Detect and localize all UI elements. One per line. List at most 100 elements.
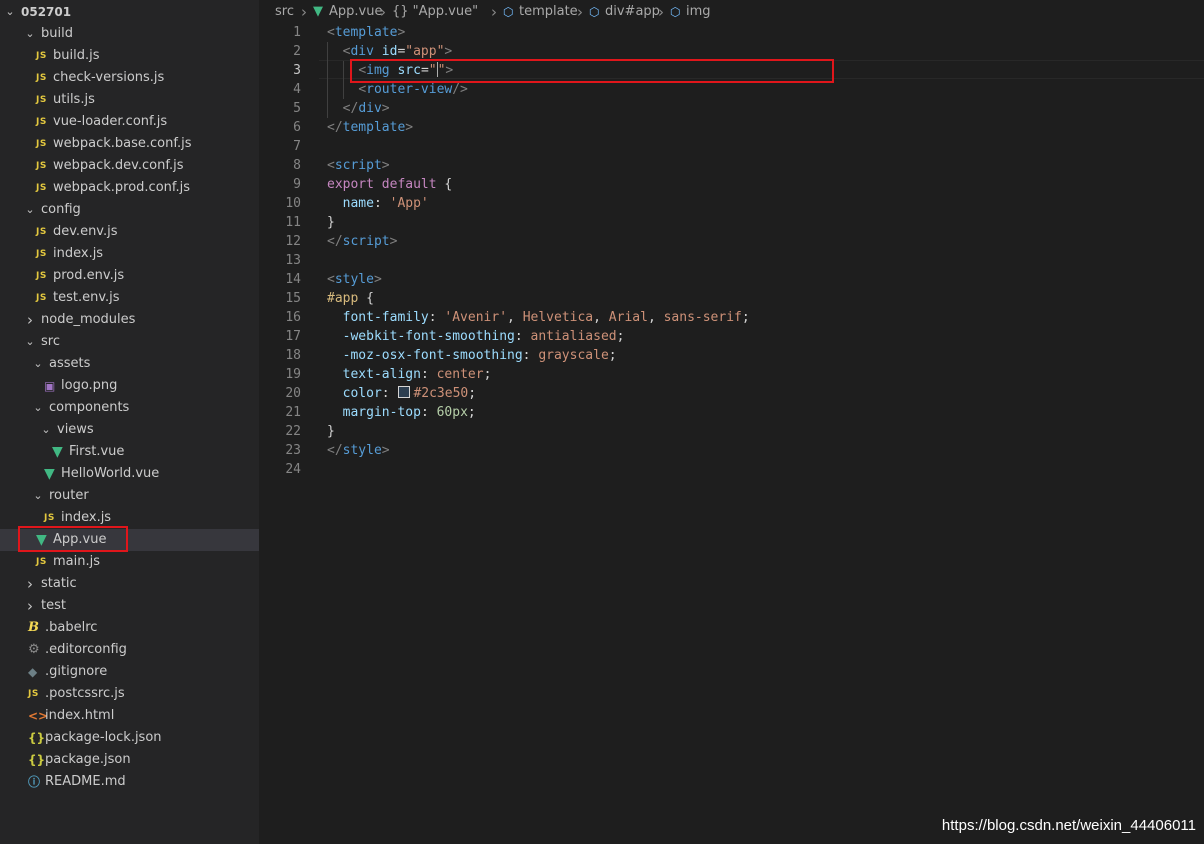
- code-token: "app": [405, 44, 445, 59]
- chevron-right-icon: ›: [491, 3, 497, 21]
- tree-item-label: vue-loader.conf.js: [53, 114, 168, 129]
- tree-item-label: index.html: [45, 708, 115, 723]
- tree-file[interactable]: JS webpack.dev.conf.js: [0, 155, 259, 177]
- tree-folder[interactable]: › static: [0, 573, 259, 595]
- code-token: </: [342, 101, 359, 116]
- tree-file[interactable]: JS .postcssrc.js: [0, 683, 259, 705]
- code-line[interactable]: export default {: [327, 175, 452, 194]
- tree-file[interactable]: ▼ HelloWorld.vue: [0, 463, 259, 485]
- tree-file[interactable]: ◆ .gitignore: [0, 661, 259, 683]
- tree-file[interactable]: ▣ logo.png: [0, 375, 259, 397]
- tree-file[interactable]: JS check-versions.js: [0, 67, 259, 89]
- root-folder-label: 052701: [21, 5, 72, 19]
- breadcrumb-item[interactable]: {} "App.vue": [392, 0, 478, 24]
- code-line[interactable]: }: [327, 213, 335, 232]
- color-swatch[interactable]: [398, 386, 411, 398]
- breadcrumb-item[interactable]: div#app: [605, 0, 660, 24]
- code-line[interactable]: color: #2c3e50;: [327, 384, 476, 403]
- tree-item-label: .gitignore: [45, 664, 108, 679]
- code-line[interactable]: <style>: [327, 270, 382, 289]
- code-token: antialiased: [530, 329, 617, 344]
- code-token: 60px: [436, 405, 468, 420]
- tree-file[interactable]: JS dev.env.js: [0, 221, 259, 243]
- breadcrumb-item[interactable]: img: [686, 0, 711, 24]
- tree-file[interactable]: B .babelrc: [0, 617, 259, 639]
- line-number: 22: [285, 424, 301, 439]
- indent-guide: [327, 42, 328, 118]
- line-number: 16: [285, 310, 301, 325]
- tree-file[interactable]: JS test.env.js: [0, 287, 259, 309]
- code-line[interactable]: font-family: 'Avenir', Helvetica, Arial,…: [327, 308, 750, 327]
- tree-file[interactable]: <> index.html: [0, 705, 259, 727]
- code-token: margin-top: [342, 405, 421, 420]
- tree-folder[interactable]: ⌄ config: [0, 199, 259, 221]
- tree-folder[interactable]: › test: [0, 595, 259, 617]
- tree-item-label: router: [49, 488, 89, 503]
- tree-file[interactable]: JS utils.js: [0, 89, 259, 111]
- tree-file[interactable]: ▼ First.vue: [0, 441, 259, 463]
- tree-folder[interactable]: ⌄ build: [0, 23, 259, 45]
- tree-file[interactable]: JS vue-loader.conf.js: [0, 111, 259, 133]
- code-line[interactable]: #app {: [327, 289, 374, 308]
- tree-file[interactable]: JS index.js: [0, 243, 259, 265]
- chevron-right-icon: ›: [577, 3, 583, 21]
- code-line[interactable]: -webkit-font-smoothing: antialiased;: [327, 327, 625, 346]
- code-line[interactable]: <script>: [327, 156, 390, 175]
- image-file-icon: ▣: [44, 379, 56, 393]
- code-line[interactable]: margin-top: 60px;: [327, 403, 476, 422]
- chevron-down-icon: ⌄: [25, 27, 35, 40]
- tree-folder[interactable]: ⌄ assets: [0, 353, 259, 375]
- tree-folder[interactable]: ⌄ components: [0, 397, 259, 419]
- code-line[interactable]: </div>: [327, 99, 390, 118]
- explorer-root-folder[interactable]: ⌄ 052701: [0, 1, 259, 23]
- code-line[interactable]: }: [327, 422, 335, 441]
- code-token: ,: [593, 310, 609, 325]
- code-token: {: [436, 177, 453, 192]
- tree-item-label: components: [49, 400, 130, 415]
- tree-file[interactable]: JS prod.env.js: [0, 265, 259, 287]
- code-line[interactable]: text-align: center;: [327, 365, 492, 384]
- breadcrumb-item[interactable]: App.vue: [329, 0, 382, 24]
- tree-item-label: package.json: [45, 752, 131, 767]
- code-line[interactable]: </template>: [327, 118, 413, 137]
- tree-item-label: main.js: [53, 554, 100, 569]
- git-icon: ◆: [28, 665, 38, 679]
- code-token: default: [381, 177, 437, 192]
- chevron-right-icon: ›: [658, 3, 664, 21]
- tree-file[interactable]: ⚙ .editorconfig: [0, 639, 259, 661]
- code-line[interactable]: -moz-osx-font-smoothing: grayscale;: [327, 346, 617, 365]
- code-editor[interactable]: src › ▼ App.vue ›{} "App.vue" › ⬡ template › ⬡ div…: [259, 0, 1204, 844]
- code-line[interactable]: <template>: [327, 23, 405, 42]
- chevron-down-icon: ⌄: [5, 5, 15, 18]
- chevron-right-icon: ›: [301, 3, 307, 21]
- tree-file[interactable]: {} package.json: [0, 749, 259, 771]
- chevron-right-icon: ›: [27, 575, 33, 593]
- code-token: id: [381, 44, 398, 59]
- line-number: 23: [285, 443, 301, 458]
- code-line[interactable]: </script>: [327, 232, 397, 251]
- tree-file[interactable]: JS webpack.prod.conf.js: [0, 177, 259, 199]
- tree-item-label: .editorconfig: [45, 642, 127, 657]
- tree-file[interactable]: JS main.js: [0, 551, 259, 573]
- tree-file[interactable]: JS build.js: [0, 45, 259, 67]
- tree-file[interactable]: {} package-lock.json: [0, 727, 259, 749]
- tree-folder[interactable]: ⌄ views: [0, 419, 259, 441]
- breadcrumb-item[interactable]: src: [275, 0, 294, 24]
- js-file-icon: JS: [36, 95, 47, 105]
- line-number: 3: [293, 63, 301, 78]
- breadcrumb-item[interactable]: template: [519, 0, 578, 24]
- tree-item-label: .postcssrc.js: [45, 686, 125, 701]
- tree-folder[interactable]: › node_modules: [0, 309, 259, 331]
- tree-folder[interactable]: ⌄ src: [0, 331, 259, 353]
- code-token: >: [397, 25, 406, 40]
- code-line[interactable]: name: 'App': [327, 194, 429, 213]
- app-vue-highlight-box: [18, 526, 128, 552]
- tree-file[interactable]: JS webpack.base.conf.js: [0, 133, 259, 155]
- tree-item-label: test: [41, 598, 66, 613]
- tree-file[interactable]: ⓘ README.md: [0, 771, 259, 793]
- code-line[interactable]: </style>: [327, 441, 390, 460]
- tree-folder[interactable]: ⌄ router: [0, 485, 259, 507]
